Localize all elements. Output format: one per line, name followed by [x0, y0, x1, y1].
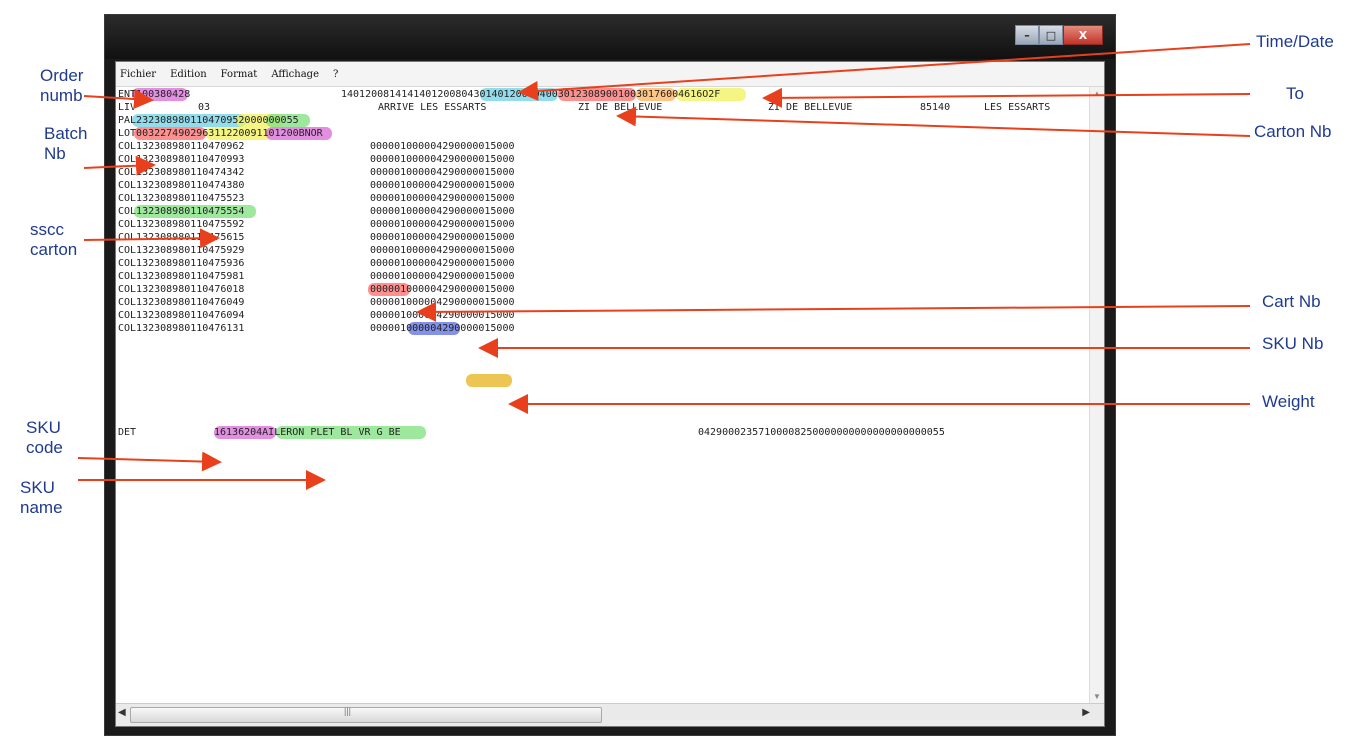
col-code: COL132308980110476094	[118, 310, 245, 321]
col-value: 000001000004290000015000	[370, 180, 515, 191]
scroll-thumb[interactable]	[130, 707, 602, 723]
col-value: 000001000004290000015000	[370, 310, 515, 321]
menu-edition[interactable]: Edition	[170, 69, 207, 80]
label-order-numb: Order numb	[40, 66, 84, 105]
col-value: 000001000004290000015000	[370, 232, 515, 243]
notepad-window: – □ X Fichier Edition Format Affichage ?	[104, 14, 1116, 736]
close-button[interactable]: X	[1063, 25, 1103, 45]
highlight-weight	[466, 374, 512, 387]
liv-address-2: ZI DE BELLEVUE	[768, 102, 853, 113]
col-value: 000001000004290000015000	[370, 258, 515, 269]
menu-fichier[interactable]: Fichier	[120, 69, 156, 80]
title-bar[interactable]: – □ X	[105, 15, 1115, 59]
col-code: COL132308980110475981	[118, 271, 245, 282]
liv-code: 03	[198, 102, 211, 113]
ent-record: ENT100380428	[118, 89, 191, 100]
label-cart-nb: Cart Nb	[1262, 292, 1321, 311]
col-value: 000001000004290000015000	[370, 141, 515, 152]
col-value: 000001000004290000015000	[370, 219, 515, 230]
label-batch-nb: Batch Nb	[44, 124, 88, 163]
horizontal-scrollbar[interactable]: ◀ ||| ▶	[116, 703, 1104, 726]
det-record: 16136204AILERON PLET BL VR G BE	[214, 427, 401, 438]
minimize-button[interactable]: –	[1015, 25, 1039, 45]
label-to: To	[1286, 84, 1304, 103]
label-sku-name: SKU name	[20, 478, 63, 517]
pal-record: PAL232308980110470952000000055	[118, 115, 299, 126]
liv-label: LIV	[118, 102, 137, 113]
col-code: COL132308980110475936	[118, 258, 245, 269]
vertical-scrollbar[interactable]: ▲ ▼	[1089, 87, 1104, 704]
det-prefix: DET	[118, 427, 137, 438]
menu-help[interactable]: ?	[333, 69, 338, 80]
col-value: 000001000004290000015000	[370, 154, 515, 165]
scroll-down-icon[interactable]: ▼	[1090, 690, 1104, 704]
ent-record-right: 1401200814141401200804301401200804003012…	[341, 89, 721, 100]
editor-frame: Fichier Edition Format Affichage ? ENT10…	[115, 61, 1105, 727]
menu-format[interactable]: Format	[221, 69, 258, 80]
col-code: COL132308980110475929	[118, 245, 245, 256]
col-value: 000001000004290000015000	[370, 167, 515, 178]
col-code: COL132308980110475554	[118, 206, 245, 217]
col-code: COL132308980110470993	[118, 154, 245, 165]
scroll-left-icon[interactable]: ◀	[118, 707, 126, 718]
col-value: 000001000004290000015000	[370, 297, 515, 308]
menu-affichage[interactable]: Affichage	[271, 69, 319, 80]
col-code: COL132308980110475523	[118, 193, 245, 204]
label-carton-nb: Carton Nb	[1254, 122, 1332, 141]
col-value: 000001000004290000015000	[370, 271, 515, 282]
col-code: COL132308980110474342	[118, 167, 245, 178]
scroll-grip-icon: |||	[344, 706, 352, 716]
liv-city: LES ESSARTS	[984, 102, 1051, 113]
col-code: COL132308980110470962	[118, 141, 245, 152]
scroll-up-icon[interactable]: ▲	[1090, 87, 1104, 101]
label-sscc-carton: sscc carton	[30, 220, 78, 259]
col-value: 000001000004290000015000	[370, 284, 515, 295]
col-code: COL132308980110476131	[118, 323, 245, 334]
det-record-right: 0429000235710000825000000000000000000005…	[698, 427, 945, 438]
col-code: COL132308980110476018	[118, 284, 245, 295]
col-code: COL132308980110475615	[118, 232, 245, 243]
liv-postcode: 85140	[920, 102, 951, 113]
window-controls: – □ X	[1015, 25, 1103, 45]
col-value: 000001000004290000015000	[370, 323, 515, 334]
col-code: COL132308980110475592	[118, 219, 245, 230]
col-value: 000001000004290000015000	[370, 193, 515, 204]
label-weight: Weight	[1262, 392, 1315, 411]
label-sku-nb: SKU Nb	[1262, 334, 1324, 353]
liv-destination: ARRIVE LES ESSARTS	[378, 102, 487, 113]
maximize-button[interactable]: □	[1039, 25, 1063, 45]
col-value: 000001000004290000015000	[370, 206, 515, 217]
col-code: COL132308980110474380	[118, 180, 245, 191]
lot-record: LOT003227490296311220091101200BNOR	[118, 128, 323, 139]
col-code: COL132308980110476049	[118, 297, 245, 308]
label-time-date: Time/Date	[1256, 32, 1334, 51]
scroll-right-icon[interactable]: ▶	[1082, 707, 1090, 718]
label-sku-code: SKU code	[26, 418, 63, 457]
menu-bar: Fichier Edition Format Affichage ?	[116, 62, 1104, 87]
col-value: 000001000004290000015000	[370, 245, 515, 256]
text-area[interactable]: ENT100380428 140120081414140120080430140…	[116, 87, 1090, 704]
liv-address-1: ZI DE BELLEVUE	[578, 102, 663, 113]
